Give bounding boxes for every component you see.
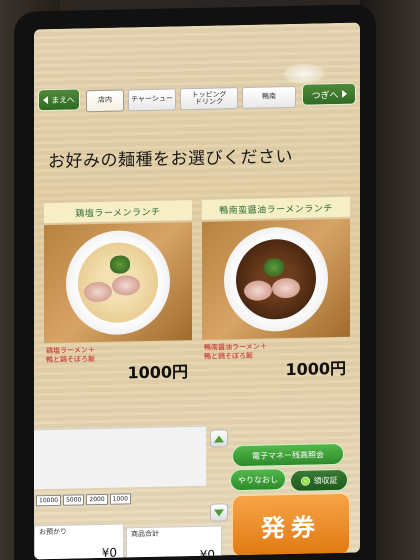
note-line: 鴨と鶏そぼろ飯 <box>46 355 95 365</box>
denomination: 1000 <box>109 493 131 505</box>
menu-item-note: 鶏塩ラーメン＋ 鴨と鶏そぼろ飯 <box>46 346 95 365</box>
menu-item-torishio[interactable]: 鶏塩ラーメンランチ 鶏塩ラーメン＋ 鴨と鶏そぼろ飯 1000円 <box>44 192 192 393</box>
triangle-down-icon <box>214 508 224 517</box>
tab-label: チャーシュー <box>131 94 173 104</box>
prev-button[interactable]: まえへ <box>38 88 80 112</box>
tab-label: 鴨南 <box>262 92 276 101</box>
greens <box>110 255 130 274</box>
paid-label: お預かり <box>39 527 67 537</box>
total-value: ¥0 <box>199 547 215 560</box>
tab-chashu[interactable]: チャーシュー <box>128 88 176 112</box>
emoney-balance-button[interactable]: 電子マネー残高照会 <box>232 442 344 468</box>
note-line: 鴨と鶏そぼろ飯 <box>204 351 253 361</box>
arrow-left-icon <box>43 96 49 105</box>
menu-item-kamonan[interactable]: 鴨南蛮醤油ラーメンランチ 鴨南醤油ラーメン＋ 鴨と鶏そぼろ飯 1000円 <box>202 189 350 390</box>
denomination-list: 10000 5000 2000 1000 <box>36 493 131 507</box>
tab-kamonan[interactable]: 鴨南 <box>242 85 296 110</box>
emoney-label: 電子マネー残高照会 <box>252 449 324 461</box>
denomination: 2000 <box>86 493 108 506</box>
menu-item-title: 鶏塩ラーメンランチ <box>44 200 192 224</box>
reset-button[interactable]: やりなおし <box>230 468 286 492</box>
ramen-photo <box>202 218 350 340</box>
ramen-photo <box>44 222 192 344</box>
greens <box>264 258 284 277</box>
top-nav: まえへ 店内 チャーシュー トッピング ドリンク 鴨南 つぎへ <box>34 81 360 118</box>
arrow-right-icon <box>341 89 347 98</box>
order-list[interactable] <box>34 425 206 490</box>
indicator-light-icon <box>300 476 310 486</box>
next-button[interactable]: つぎへ <box>302 82 356 106</box>
menu-item-note: 鴨南醤油ラーメン＋ 鴨と鶏そぼろ飯 <box>204 342 267 362</box>
total-label: 商品合計 <box>131 529 159 539</box>
paid-value: ¥0 <box>101 545 117 560</box>
tab-label: トッピング ドリンク <box>191 89 227 106</box>
page-heading: お好みの麺種をお選びください <box>48 146 293 173</box>
tab-topping-drink[interactable]: トッピング ドリンク <box>180 87 238 111</box>
menu-item-price: 1000円 <box>285 358 346 380</box>
tab-dine-in[interactable]: 店内 <box>86 89 124 113</box>
denomination: 5000 <box>63 494 85 506</box>
issue-label: 発券 <box>261 512 321 543</box>
receipt-toggle[interactable]: 領収証 <box>290 468 348 493</box>
receipt-label: 領収証 <box>313 475 338 486</box>
scroll-up-button[interactable] <box>210 429 228 448</box>
menu-item-title: 鴨南蛮醤油ラーメンランチ <box>202 196 350 220</box>
scroll-down-button[interactable] <box>210 503 228 522</box>
prev-label: まえへ <box>51 95 75 105</box>
next-label: つぎへ <box>311 90 339 102</box>
tab-label: 店内 <box>98 96 112 105</box>
issue-ticket-button[interactable]: 発券 <box>232 492 350 558</box>
kiosk-frame: まえへ 店内 チャーシュー トッピング ドリンク 鴨南 つぎへ お好みの麺種をお… <box>14 4 376 560</box>
menu-item-price: 1000円 <box>127 362 188 383</box>
kiosk-screen: まえへ 店内 チャーシュー トッピング ドリンク 鴨南 つぎへ お好みの麺種をお… <box>34 22 360 560</box>
total-amount-box: 商品合計 ¥0 <box>126 525 222 560</box>
paid-amount-box: お預かり ¥0 <box>34 523 124 560</box>
triangle-up-icon <box>214 434 224 443</box>
denomination: 10000 <box>36 494 62 507</box>
reset-label: やりなおし <box>238 474 278 485</box>
